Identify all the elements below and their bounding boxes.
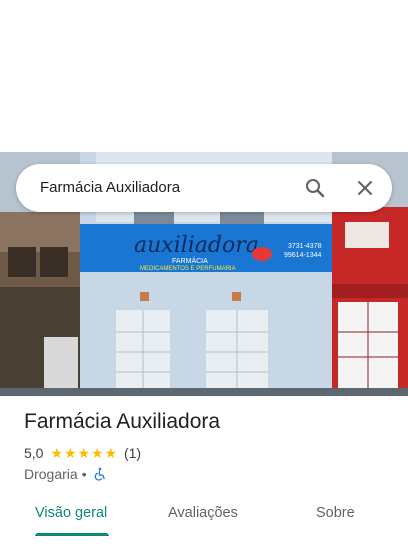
place-category: Drogaria — [24, 466, 78, 482]
tab-bar: Visão geral Avaliações Sobre — [0, 496, 408, 536]
tab-about[interactable]: Sobre — [316, 505, 355, 521]
star-icon: ★ — [50, 445, 64, 461]
sign-main-text: auxiliadora — [134, 233, 259, 258]
sign-phone-2: 99614-1344 — [284, 252, 321, 259]
search-bar[interactable]: Farmácia Auxiliadora — [16, 164, 392, 212]
sign-phone-1: 3731-4378 — [288, 243, 322, 250]
place-title: Farmácia Auxiliadora — [24, 410, 221, 433]
category-row: Drogaria • — [24, 465, 107, 483]
sign-tagline-text: MEDICAMENTOS E PERFUMARIA — [140, 266, 236, 272]
rating-value: 5,0 — [24, 445, 44, 461]
star-icon: ★ — [63, 445, 77, 461]
sign-sub-text: FARMÁCIA — [172, 256, 208, 265]
search-icon[interactable] — [303, 176, 327, 200]
star-icon: ★ — [77, 445, 91, 461]
tab-overview[interactable]: Visão geral — [35, 505, 107, 521]
star-rating: ★ ★ ★ ★ ★ — [50, 446, 118, 460]
search-input[interactable]: Farmácia Auxiliadora — [40, 179, 180, 196]
separator-dot: • — [81, 466, 87, 482]
review-count[interactable]: (1) — [124, 445, 141, 461]
tab-reviews[interactable]: Avaliações — [168, 505, 238, 521]
star-icon: ★ — [90, 445, 104, 461]
rating-row[interactable]: 5,0 ★ ★ ★ ★ ★ (1) — [24, 444, 141, 462]
wheelchair-icon — [94, 467, 105, 481]
close-icon[interactable] — [353, 176, 377, 200]
star-icon: ★ — [104, 445, 118, 461]
active-tab-indicator — [35, 533, 109, 536]
